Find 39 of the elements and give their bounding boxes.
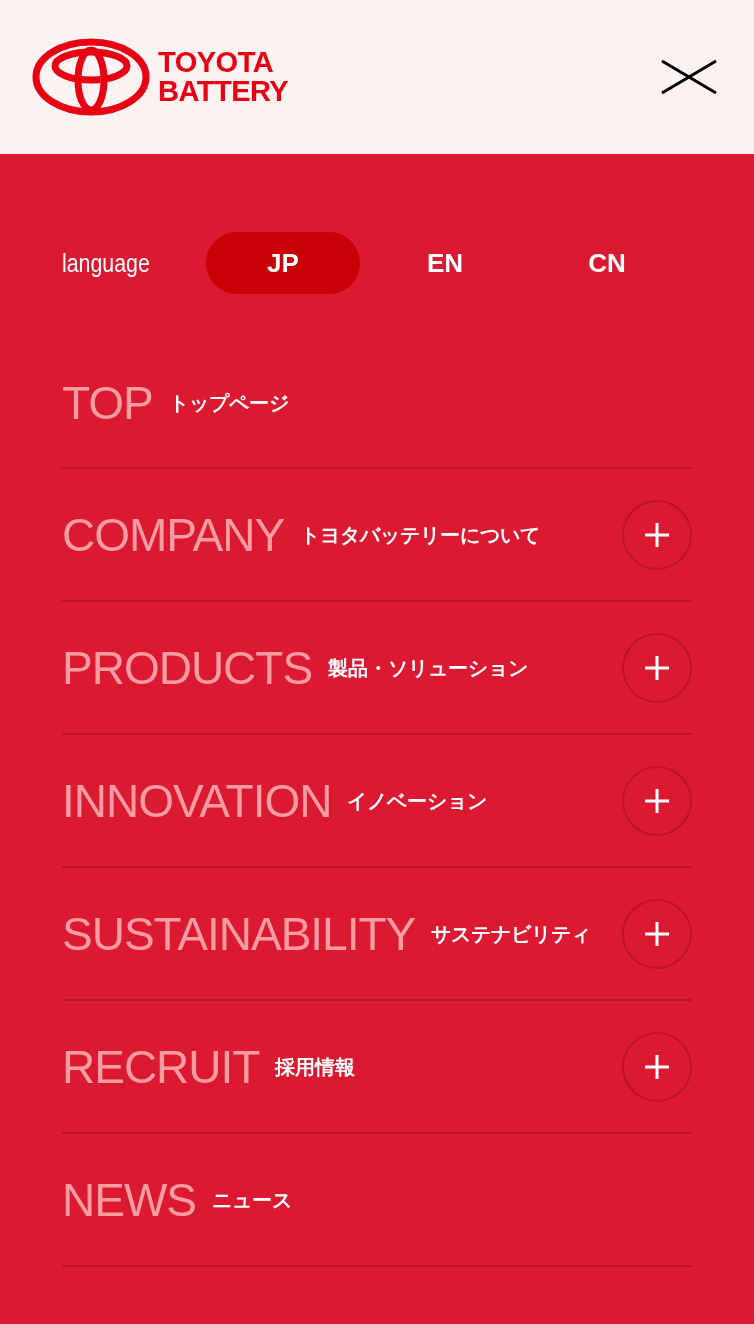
plus-icon <box>644 787 670 814</box>
menu-link[interactable]: TOP トップページ <box>62 379 289 426</box>
language-option[interactable]: CN <box>530 232 684 294</box>
menu-link[interactable]: COMPANY トヨタバッテリーについて <box>62 511 541 558</box>
logo-text: TOYOTA <box>158 48 275 77</box>
plus-icon <box>644 654 670 681</box>
plus-icon <box>644 521 670 548</box>
expand-button[interactable] <box>622 898 692 969</box>
expand-button[interactable] <box>622 765 692 836</box>
menu-subtitle: ニュース <box>212 1187 292 1213</box>
menu-link[interactable]: INNOVATION イノベーション <box>62 777 488 824</box>
plus-icon <box>644 1053 670 1080</box>
menu-title: TOP <box>62 379 153 426</box>
language-option[interactable]: EN <box>368 232 522 294</box>
menu-title: SUSTAINABILITY <box>62 910 416 957</box>
menu-subtitle: トップページ <box>168 390 289 416</box>
menu-title: PRODUCTS <box>62 644 313 691</box>
menu-subtitle: サステナビリティ <box>431 921 592 947</box>
menu-title: INNOVATION <box>62 777 332 824</box>
menu-link[interactable]: RECRUIT 採用情報 <box>62 1043 356 1090</box>
expand-button[interactable] <box>622 632 692 703</box>
language-label: language <box>62 246 151 280</box>
logo-icon <box>32 38 150 116</box>
menu-title: COMPANY <box>62 511 285 558</box>
close-icon <box>660 59 718 95</box>
menu-title: NEWS <box>62 1176 196 1223</box>
logo-text: BATTERY <box>158 77 289 106</box>
menu-link[interactable]: SUSTAINABILITY サステナビリティ <box>62 910 592 957</box>
expand-button[interactable] <box>622 1031 692 1102</box>
menu-title: RECRUIT <box>62 1043 260 1090</box>
menu-subtitle: トヨタバッテリーについて <box>300 522 541 548</box>
menu-subtitle: 製品・ソリューション <box>328 655 529 681</box>
expand-button[interactable] <box>622 499 692 570</box>
language-option[interactable]: JP <box>206 232 360 294</box>
menu-link[interactable]: NEWS ニュース <box>62 1176 292 1223</box>
menu-subtitle: 採用情報 <box>275 1054 356 1080</box>
plus-icon <box>644 920 670 947</box>
menu-subtitle: イノベーション <box>347 788 488 814</box>
menu-link[interactable]: PRODUCTS 製品・ソリューション <box>62 644 529 691</box>
